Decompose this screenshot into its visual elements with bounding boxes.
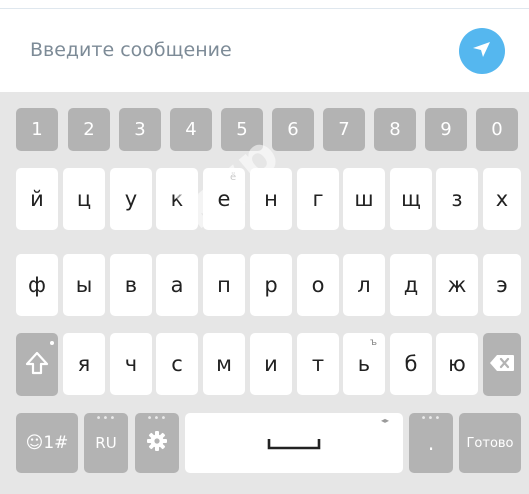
emoji-symbols-key[interactable]: ☺1# bbox=[16, 413, 78, 473]
key-9[interactable]: 9 bbox=[425, 108, 467, 151]
key-щ[interactable]: щ bbox=[390, 168, 432, 230]
key-н[interactable]: н bbox=[250, 168, 292, 230]
spacebar-key[interactable]: ◂▸ bbox=[185, 413, 403, 473]
key-п[interactable]: п bbox=[203, 254, 245, 316]
key-4[interactable]: 4 bbox=[170, 108, 212, 151]
language-label: RU bbox=[95, 434, 117, 452]
key-л[interactable]: л bbox=[343, 254, 385, 316]
key-д[interactable]: д bbox=[390, 254, 432, 316]
key-1[interactable]: 1 bbox=[16, 108, 58, 151]
key-ц[interactable]: ц bbox=[63, 168, 105, 230]
key-г[interactable]: г bbox=[297, 168, 339, 230]
gear-icon bbox=[146, 430, 168, 456]
settings-options-dots: ••• bbox=[146, 413, 168, 424]
onscreen-keyboard: 1 2 3 4 5 6 7 8 9 0 й ц у к ё е н г ш щ … bbox=[0, 92, 529, 494]
key-и[interactable]: и bbox=[250, 333, 292, 395]
key-0[interactable]: 0 bbox=[476, 108, 518, 151]
key-м[interactable]: м bbox=[203, 333, 245, 395]
shift-indicator-dot bbox=[50, 341, 54, 345]
cursor-arrows-icon: ◂▸ bbox=[380, 416, 389, 425]
send-button[interactable] bbox=[459, 28, 505, 74]
period-key[interactable]: ••• . bbox=[409, 413, 453, 473]
punctuation-options-dots: ••• bbox=[420, 413, 442, 424]
key-о[interactable]: о bbox=[297, 254, 339, 316]
key-ш[interactable]: ш bbox=[343, 168, 385, 230]
key-е[interactable]: ё е bbox=[203, 168, 245, 230]
key-т[interactable]: т bbox=[297, 333, 339, 395]
key-с[interactable]: с bbox=[156, 333, 198, 395]
backspace-key[interactable] bbox=[483, 333, 521, 396]
shift-arrow-icon bbox=[25, 350, 49, 380]
period-label: . bbox=[427, 431, 435, 455]
key-8[interactable]: 8 bbox=[374, 108, 416, 151]
key-ь-label: ь bbox=[357, 352, 371, 376]
key-б[interactable]: б bbox=[390, 333, 432, 395]
key-е-label: е bbox=[217, 187, 231, 211]
key-ь[interactable]: ъ ь bbox=[343, 333, 385, 395]
language-options-dots: ••• bbox=[95, 413, 117, 424]
key-р[interactable]: р bbox=[250, 254, 292, 316]
shift-key[interactable] bbox=[16, 333, 58, 396]
send-arrow-icon bbox=[471, 38, 493, 64]
key-hint-ё: ё bbox=[230, 172, 237, 183]
key-ж[interactable]: ж bbox=[436, 254, 478, 316]
key-х[interactable]: х bbox=[483, 168, 521, 230]
key-й[interactable]: й bbox=[16, 168, 58, 230]
key-5[interactable]: 5 bbox=[221, 108, 263, 151]
key-ю[interactable]: ю bbox=[436, 333, 478, 395]
key-э[interactable]: э bbox=[483, 254, 521, 316]
key-ч[interactable]: ч bbox=[110, 333, 152, 395]
key-7[interactable]: 7 bbox=[323, 108, 365, 151]
key-з[interactable]: з bbox=[436, 168, 478, 230]
key-ы[interactable]: ы bbox=[63, 254, 105, 316]
key-hint-ъ: ъ bbox=[370, 337, 378, 348]
language-key[interactable]: ••• RU bbox=[84, 413, 128, 473]
key-в[interactable]: в bbox=[110, 254, 152, 316]
key-я[interactable]: я bbox=[63, 333, 105, 395]
message-input[interactable] bbox=[30, 34, 430, 66]
settings-key[interactable]: ••• bbox=[135, 413, 179, 473]
key-2[interactable]: 2 bbox=[68, 108, 110, 151]
key-а[interactable]: а bbox=[156, 254, 198, 316]
spacebar-icon bbox=[267, 431, 321, 455]
backspace-icon bbox=[489, 354, 515, 376]
done-key[interactable]: Готово bbox=[459, 413, 521, 473]
top-divider bbox=[0, 0, 529, 9]
key-к[interactable]: к bbox=[156, 168, 198, 230]
message-composer bbox=[0, 9, 529, 92]
key-6[interactable]: 6 bbox=[272, 108, 314, 151]
key-ф[interactable]: ф bbox=[16, 254, 58, 316]
key-3[interactable]: 3 bbox=[119, 108, 161, 151]
key-у[interactable]: у bbox=[110, 168, 152, 230]
